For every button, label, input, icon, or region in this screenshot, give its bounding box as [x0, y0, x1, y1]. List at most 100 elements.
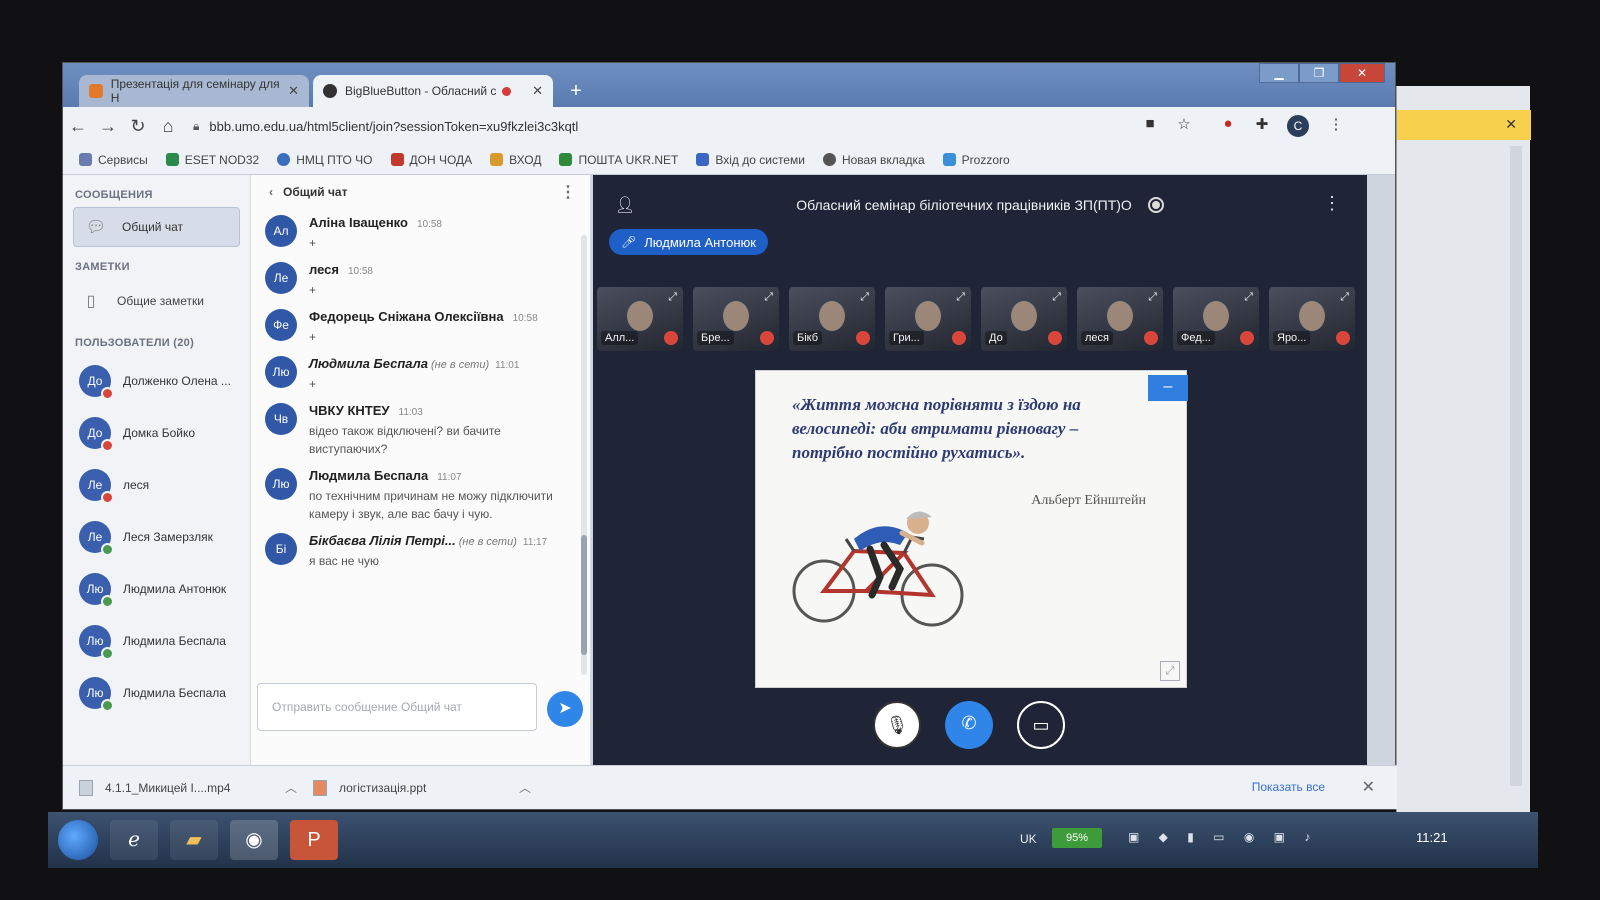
user-list-item[interactable]: До Домка Бойко — [63, 407, 250, 459]
shared-notes-item[interactable]: ▯ Общие заметки — [73, 283, 240, 319]
title-bar: Презентація для семінару для Н ✕ BigBlue… — [63, 63, 1395, 107]
show-all-link[interactable]: Показать все — [1252, 780, 1325, 794]
avatar-initials: Чв — [273, 412, 289, 426]
system-tray[interactable]: ▣ ◆ ▮ ▭ ◉ ▣ ♪ — [1128, 830, 1318, 844]
start-button[interactable] — [58, 820, 98, 860]
fullscreen-icon[interactable]: ⤢ — [1160, 661, 1180, 681]
scroll-thumb[interactable] — [581, 535, 587, 655]
webcam-tile[interactable]: ⤢ Фед... — [1173, 287, 1259, 351]
scrollbar[interactable] — [1510, 146, 1522, 786]
user-list-item[interactable]: До Долженко Олена ... — [63, 355, 250, 407]
minimize-button[interactable]: ▁ — [1259, 63, 1299, 83]
address-bar[interactable]: 🔒︎ bbb.umo.edu.ua/html5client/join?sessi… — [193, 113, 1093, 139]
close-icon[interactable]: ✕ — [1505, 116, 1517, 133]
fullscreen-icon[interactable]: ⤢ — [860, 291, 869, 304]
chrome-icon[interactable]: ◉ — [230, 820, 278, 860]
extensions-icon[interactable]: ✚ — [1251, 115, 1273, 137]
message-time: 10:58 — [416, 219, 442, 230]
message-list: Ал Аліна Іващенко 10:58 + Ле леся 10:58 + Фе Федо… — [251, 211, 581, 671]
bookmark-newtab[interactable]: Новая вкладка — [822, 153, 925, 167]
chevron-left-icon[interactable]: ‹ — [269, 185, 273, 199]
minimize-presentation-button[interactable]: – — [1148, 375, 1188, 401]
bookmark-login[interactable]: ВХОД — [490, 153, 541, 167]
fullscreen-icon[interactable]: ⤢ — [668, 291, 677, 304]
user-list-item[interactable]: Лю Людмила Антонюк — [63, 563, 250, 615]
bookmark-system[interactable]: Вхід до системи — [696, 153, 805, 167]
bookmark-prozorro[interactable]: Prozzoro — [942, 153, 1010, 167]
video-frame — [1299, 301, 1325, 331]
back-icon[interactable]: ← — [63, 116, 93, 137]
close-icon[interactable]: ✕ — [532, 83, 543, 99]
webcam-tile[interactable]: ⤢ Бікб — [789, 287, 875, 351]
profile-avatar[interactable]: C — [1287, 115, 1309, 137]
public-chat-label: Общий чат — [122, 220, 183, 234]
bookmark-ukrnet[interactable]: ПОШТА UKR.NET — [559, 153, 678, 167]
ie-icon[interactable]: ℯ — [110, 820, 158, 860]
record-icon[interactable] — [1147, 197, 1164, 213]
avatar-initials: Ле — [273, 271, 289, 285]
chevron-up-icon[interactable]: ︿ — [285, 779, 297, 796]
webcam-tile[interactable]: ⤢ Бре... — [693, 287, 779, 351]
send-button[interactable]: ➤ — [547, 691, 583, 727]
webcam-tile[interactable]: ⤢ Гри... — [885, 287, 971, 351]
chat-scrollbar[interactable] — [581, 235, 587, 675]
fullscreen-icon[interactable]: ⤢ — [764, 291, 773, 304]
webcam-tile[interactable]: ⤢ Яро... — [1269, 287, 1355, 351]
bookmark-don[interactable]: ДОН ЧОДА — [390, 153, 472, 167]
avatar: Лю — [265, 468, 297, 500]
more-icon[interactable]: ⋮ — [560, 182, 576, 202]
fullscreen-icon[interactable]: ⤢ — [1148, 291, 1157, 304]
tab-presentation[interactable]: Презентація для семінару для Н ✕ — [79, 75, 309, 107]
user-icon[interactable]: 👤︎ — [615, 195, 635, 215]
maximize-button[interactable]: ❐ — [1299, 63, 1339, 83]
user-list-item[interactable]: Ле леся — [63, 459, 250, 511]
download-item[interactable]: логістизація.ppt ︿ — [313, 779, 531, 796]
opera-icon[interactable]: ● — [1217, 115, 1239, 137]
close-window-button[interactable]: ✕ — [1339, 63, 1385, 83]
avatar-initials: Лю — [272, 365, 290, 379]
download-filename: логістизація.ppt — [339, 780, 427, 795]
menu-icon[interactable]: ⋮ — [1325, 115, 1347, 137]
battery-indicator[interactable]: 95% — [1052, 828, 1102, 848]
language-indicator[interactable]: UK — [1020, 832, 1037, 846]
clock[interactable]: 11:21 — [1416, 830, 1448, 845]
chevron-up-icon[interactable]: ︿ — [519, 779, 531, 796]
mute-button[interactable]: 🎙︎ — [873, 701, 921, 749]
close-icon[interactable]: ✕ — [288, 83, 299, 99]
user-list-item[interactable]: Лю Людмила Беспала — [63, 667, 250, 719]
message-text: + — [309, 283, 317, 297]
webcam-tile[interactable]: ⤢ леся — [1077, 287, 1163, 351]
camera-icon[interactable]: ■ — [1139, 115, 1161, 137]
leave-audio-button[interactable]: ✆ — [945, 701, 993, 749]
message-time: 11:17 — [522, 537, 548, 548]
user-list-item[interactable]: Лю Людмила Беспала — [63, 615, 250, 667]
forward-icon[interactable]: → — [93, 116, 123, 137]
chat-input[interactable]: Отправить сообщение Общий чат — [257, 683, 537, 731]
share-webcam-button[interactable]: ▭ — [1017, 701, 1065, 749]
folder-icon[interactable]: ▰ — [170, 820, 218, 860]
talker-name: Людмила Антонюк — [644, 234, 756, 250]
home-icon[interactable]: ⌂ — [153, 116, 183, 137]
powerpoint-icon[interactable]: P — [290, 820, 338, 860]
reload-icon[interactable]: ↻ — [123, 116, 153, 137]
public-chat-item[interactable]: 💬︎ Общий чат — [73, 207, 240, 247]
webcam-name: Гри... — [889, 331, 924, 345]
fullscreen-icon[interactable]: ⤢ — [1052, 291, 1061, 304]
options-icon[interactable]: ⋮ — [1323, 193, 1341, 214]
fullscreen-icon[interactable]: ⤢ — [956, 291, 965, 304]
webcam-tile[interactable]: ⤢ Алл... — [597, 287, 683, 351]
close-icon[interactable]: ✕ — [1362, 777, 1375, 797]
slides-icon — [89, 84, 103, 98]
new-tab-button[interactable]: + — [565, 81, 587, 103]
webcam-tile[interactable]: ⤢ До — [981, 287, 1067, 351]
star-icon[interactable]: ☆ — [1173, 115, 1195, 137]
download-item[interactable]: 4.1.1_Микицей І....mp4 ︿ — [79, 779, 297, 796]
bookmark-nmc[interactable]: НМЦ ПТО ЧО — [277, 153, 373, 167]
message-time: 10:58 — [347, 266, 373, 277]
bookmark-eset[interactable]: ESET NOD32 — [165, 153, 259, 167]
tab-bigbluebutton[interactable]: BigBlueButton - Обласний с ✕ — [313, 75, 553, 107]
bookmark-apps[interactable]: Сервисы — [79, 153, 148, 167]
user-list-item[interactable]: Ле Леся Замерзляк — [63, 511, 250, 563]
fullscreen-icon[interactable]: ⤢ — [1340, 291, 1349, 304]
fullscreen-icon[interactable]: ⤢ — [1244, 291, 1253, 304]
